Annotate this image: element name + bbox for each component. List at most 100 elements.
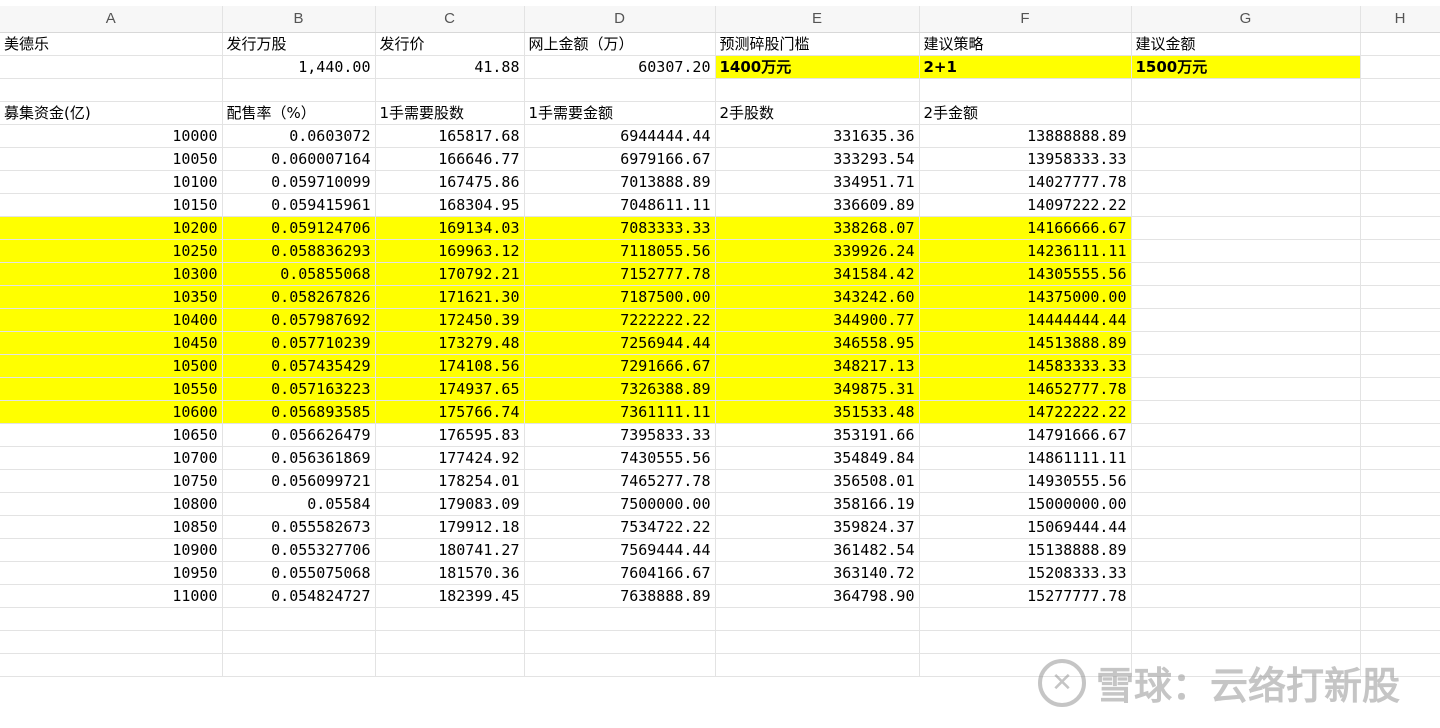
cell-lot2-amount[interactable]: 14791666.67 <box>919 423 1132 447</box>
cell-fund[interactable]: 10350 <box>0 285 223 309</box>
column-header-e[interactable]: E <box>715 6 920 33</box>
cell-lot1-amount[interactable]: 7604166.67 <box>524 561 716 585</box>
cell-empty[interactable] <box>1131 262 1361 286</box>
cell-fund[interactable]: 10050 <box>0 147 223 171</box>
cell-lot2-amount[interactable]: 14444444.44 <box>919 308 1132 332</box>
cell-suggest-amount[interactable]: 1500万元 <box>1131 55 1361 79</box>
cell-rate[interactable]: 0.055582673 <box>222 515 376 539</box>
cell-lot1-amount[interactable]: 7187500.00 <box>524 285 716 309</box>
cell-lot2-amount[interactable]: 14236111.11 <box>919 239 1132 263</box>
cell-lot1-shares[interactable]: 175766.74 <box>375 400 525 424</box>
cell-strategy-label[interactable]: 建议策略 <box>919 32 1132 56</box>
cell-rate[interactable]: 0.056361869 <box>222 446 376 470</box>
cell-empty[interactable] <box>1131 377 1361 401</box>
cell-empty[interactable] <box>375 630 525 654</box>
cell-lot1-shares[interactable]: 171621.30 <box>375 285 525 309</box>
cell-lot2-shares[interactable]: 343242.60 <box>715 285 920 309</box>
cell-rate[interactable]: 0.058267826 <box>222 285 376 309</box>
cell-empty[interactable] <box>1360 216 1440 240</box>
cell-lot2-amount[interactable]: 14930555.56 <box>919 469 1132 493</box>
cell-stock-name[interactable]: 美德乐 <box>0 32 223 56</box>
cell-lot1-amount[interactable]: 7048611.11 <box>524 193 716 217</box>
cell-empty[interactable] <box>1131 331 1361 355</box>
cell-lot1-amount[interactable]: 7395833.33 <box>524 423 716 447</box>
cell-empty[interactable] <box>375 78 525 102</box>
cell-lot2-shares[interactable]: 348217.13 <box>715 354 920 378</box>
cell-fund[interactable]: 10850 <box>0 515 223 539</box>
cell-empty[interactable] <box>1131 630 1361 654</box>
cell-lot1-shares[interactable]: 167475.86 <box>375 170 525 194</box>
cell-empty[interactable] <box>1360 193 1440 217</box>
cell-empty[interactable] <box>1360 630 1440 654</box>
cell-fund-label[interactable]: 募集资金(亿) <box>0 101 223 125</box>
cell-empty[interactable] <box>1360 607 1440 631</box>
cell-empty[interactable] <box>1131 78 1361 102</box>
cell-empty[interactable] <box>524 607 716 631</box>
cell-lot2-amount[interactable]: 14583333.33 <box>919 354 1132 378</box>
cell-empty[interactable] <box>1131 147 1361 171</box>
cell-empty[interactable] <box>1131 515 1361 539</box>
cell-lot2-shares[interactable]: 334951.71 <box>715 170 920 194</box>
cell-rate[interactable]: 0.058836293 <box>222 239 376 263</box>
cell-lot2-amount[interactable]: 14861111.11 <box>919 446 1132 470</box>
cell-rate[interactable]: 0.057163223 <box>222 377 376 401</box>
cell-fund[interactable]: 10200 <box>0 216 223 240</box>
cell-rate[interactable]: 0.056626479 <box>222 423 376 447</box>
cell-lot1-amount[interactable]: 7291666.67 <box>524 354 716 378</box>
cell-empty[interactable] <box>375 607 525 631</box>
cell-lot1-shares-label[interactable]: 1手需要股数 <box>375 101 525 125</box>
cell-empty[interactable] <box>1131 170 1361 194</box>
cell-empty[interactable] <box>1360 469 1440 493</box>
cell-lot1-amount[interactable]: 7326388.89 <box>524 377 716 401</box>
cell-empty[interactable] <box>1360 170 1440 194</box>
cell-rate[interactable]: 0.056893585 <box>222 400 376 424</box>
cell-rate[interactable]: 0.055327706 <box>222 538 376 562</box>
cell-lot1-amount[interactable]: 7083333.33 <box>524 216 716 240</box>
cell-lot1-shares[interactable]: 179912.18 <box>375 515 525 539</box>
cell-lot1-shares[interactable]: 168304.95 <box>375 193 525 217</box>
cell-lot2-amount[interactable]: 14652777.78 <box>919 377 1132 401</box>
cell-lot1-shares[interactable]: 181570.36 <box>375 561 525 585</box>
cell-lot2-amount[interactable]: 13958333.33 <box>919 147 1132 171</box>
cell-fund[interactable]: 10300 <box>0 262 223 286</box>
cell-lot1-amount[interactable]: 7118055.56 <box>524 239 716 263</box>
cell-suggest-amount-label[interactable]: 建议金额 <box>1131 32 1361 56</box>
cell-empty[interactable] <box>1360 55 1440 79</box>
cell-lot2-amount[interactable]: 14097222.22 <box>919 193 1132 217</box>
cell-lot2-shares[interactable]: 333293.54 <box>715 147 920 171</box>
cell-rate[interactable]: 0.057435429 <box>222 354 376 378</box>
cell-rate[interactable]: 0.055075068 <box>222 561 376 585</box>
cell-strategy[interactable]: 2+1 <box>919 55 1132 79</box>
cell-lot2-amount[interactable]: 13888888.89 <box>919 124 1132 148</box>
cell-fund[interactable]: 10100 <box>0 170 223 194</box>
cell-lot1-amount[interactable]: 6979166.67 <box>524 147 716 171</box>
cell-empty[interactable] <box>1131 607 1361 631</box>
cell-empty[interactable] <box>375 653 525 677</box>
cell-empty[interactable] <box>1360 331 1440 355</box>
cell-lot1-amount[interactable]: 7222222.22 <box>524 308 716 332</box>
cell-lot2-shares[interactable]: 363140.72 <box>715 561 920 585</box>
cell-empty[interactable] <box>1131 354 1361 378</box>
cell-threshold-label[interactable]: 预测碎股门槛 <box>715 32 920 56</box>
cell-rate[interactable]: 0.054824727 <box>222 584 376 608</box>
cell-empty[interactable] <box>0 78 223 102</box>
cell-empty[interactable] <box>1360 101 1440 125</box>
cell-lot1-shares[interactable]: 169963.12 <box>375 239 525 263</box>
cell-threshold[interactable]: 1400万元 <box>715 55 920 79</box>
cell-lot1-shares[interactable]: 179083.09 <box>375 492 525 516</box>
cell-issue-price[interactable]: 41.88 <box>375 55 525 79</box>
cell-empty[interactable] <box>1131 285 1361 309</box>
cell-lot2-shares[interactable]: 346558.95 <box>715 331 920 355</box>
cell-lot2-shares-label[interactable]: 2手股数 <box>715 101 920 125</box>
cell-lot1-amount[interactable]: 7534722.22 <box>524 515 716 539</box>
cell-empty[interactable] <box>1131 492 1361 516</box>
cell-empty[interactable] <box>715 653 920 677</box>
cell-empty[interactable] <box>524 630 716 654</box>
cell-lot1-shares[interactable]: 173279.48 <box>375 331 525 355</box>
cell-issue-shares[interactable]: 1,440.00 <box>222 55 376 79</box>
cell-issue-shares-label[interactable]: 发行万股 <box>222 32 376 56</box>
cell-empty[interactable] <box>1360 308 1440 332</box>
cell-online-amount[interactable]: 60307.20 <box>524 55 716 79</box>
cell-lot1-amount[interactable]: 7152777.78 <box>524 262 716 286</box>
cell-rate[interactable]: 0.060007164 <box>222 147 376 171</box>
